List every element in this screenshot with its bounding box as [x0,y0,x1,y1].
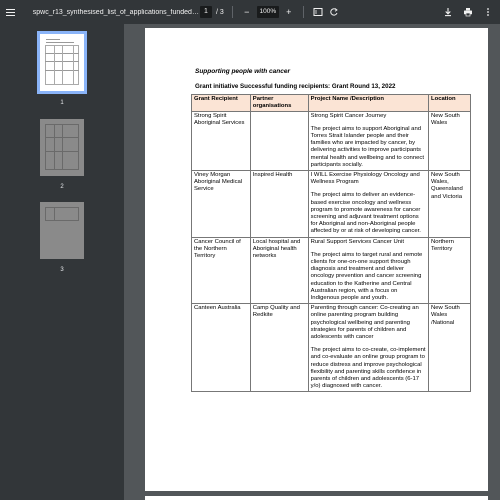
pdf-toolbar: spwc_r13_synthesised_list_of_application… [0,0,500,24]
table-header-row: Grant Recipient Partner organisations Pr… [191,94,471,112]
rotate-icon[interactable] [328,6,340,18]
column-header-location: Location [428,94,471,112]
column-header-partners: Partner organisations [249,94,309,112]
project-description: The project aims to target rural and rem… [310,251,423,302]
cell-project: Strong Spirit Cancer Journey The project… [307,110,430,171]
document-heading: Supporting people with cancer [195,68,290,75]
cell-partners: Local hospital and Aboriginal health net… [249,236,309,305]
project-description: The project aims to support Aboriginal a… [310,125,424,168]
cell-location: Northern Territory [428,236,471,305]
project-title: Strong Spirit Cancer Journey [310,112,387,119]
thumbnail-label: 3 [60,267,64,273]
cell-recipient: Strong Spirit Aboriginal Services [191,110,251,171]
table-row: Canteen Australia Camp Quality and Redki… [191,303,471,393]
column-header-project: Project Name /Description [307,94,430,112]
cell-recipient: Canteen Australia [191,303,251,393]
cell-location: New South Wales [428,110,471,171]
document-subheading: Grant initiative Successful funding reci… [195,83,396,90]
zoom-level-input[interactable]: 100% [256,6,279,18]
cell-project: Rural Support Services Cancer Unit The p… [307,236,430,305]
grants-table: Grant Recipient Partner organisations Pr… [191,94,471,393]
cell-partners: Inspired Health [249,169,309,238]
project-title: Rural Support Services Cancer Unit [310,238,404,245]
cell-location: New South Wales /National [428,303,471,393]
menu-icon[interactable] [6,6,17,18]
cell-partners: Camp Quality and Redkite [249,303,309,393]
table-row: Strong Spirit Aboriginal Services Strong… [191,110,471,171]
cell-location: New South Wales, Queensland and Victoria [428,169,471,238]
thumbnail-label: 2 [60,184,64,190]
project-description: The project aims to co-create, co-implem… [310,347,426,390]
toolbar-divider [302,6,304,18]
document-title: spwc_r13_synthesised_list_of_application… [32,8,200,16]
toolbar-divider [231,6,233,18]
page-number-input[interactable]: 1 [200,6,212,18]
table-row: Cancer Council of the Northern Territory… [191,236,471,305]
project-description: The project aims to deliver an evidence-… [310,192,421,235]
cell-partners [249,110,309,171]
pdf-page-2 [145,496,488,500]
more-options-icon[interactable] [482,6,494,18]
page-thumbnail-3[interactable] [40,202,84,259]
project-title: I WILL Exercise Physiology Oncology and … [310,171,420,186]
thumbnail-label: 1 [60,100,64,106]
zoom-in-button[interactable]: + [283,6,295,18]
download-icon[interactable] [442,6,454,18]
cell-recipient: Viney Morgan Aboriginal Medical Service [191,169,251,238]
cell-project: I WILL Exercise Physiology Oncology and … [307,169,430,238]
table-row: Viney Morgan Aboriginal Medical Service … [191,169,471,238]
zoom-out-button[interactable]: − [241,6,253,18]
page-thumbnail-1[interactable] [37,31,87,94]
print-icon[interactable] [462,6,474,18]
fit-to-page-icon[interactable] [312,6,324,18]
page-total: / 3 [216,8,224,16]
thumbnail-sidebar: 1 2 3 [0,24,124,500]
cell-project: Parenting through cancer: Co-creating an… [307,303,430,393]
page-thumbnail-2[interactable] [40,119,84,176]
project-title: Parenting through cancer: Co-creating an… [310,305,419,341]
cell-recipient: Cancer Council of the Northern Territory [191,236,251,305]
pdf-page-1: Supporting people with cancer Grant init… [145,28,488,491]
column-header-recipient: Grant Recipient [191,94,251,112]
